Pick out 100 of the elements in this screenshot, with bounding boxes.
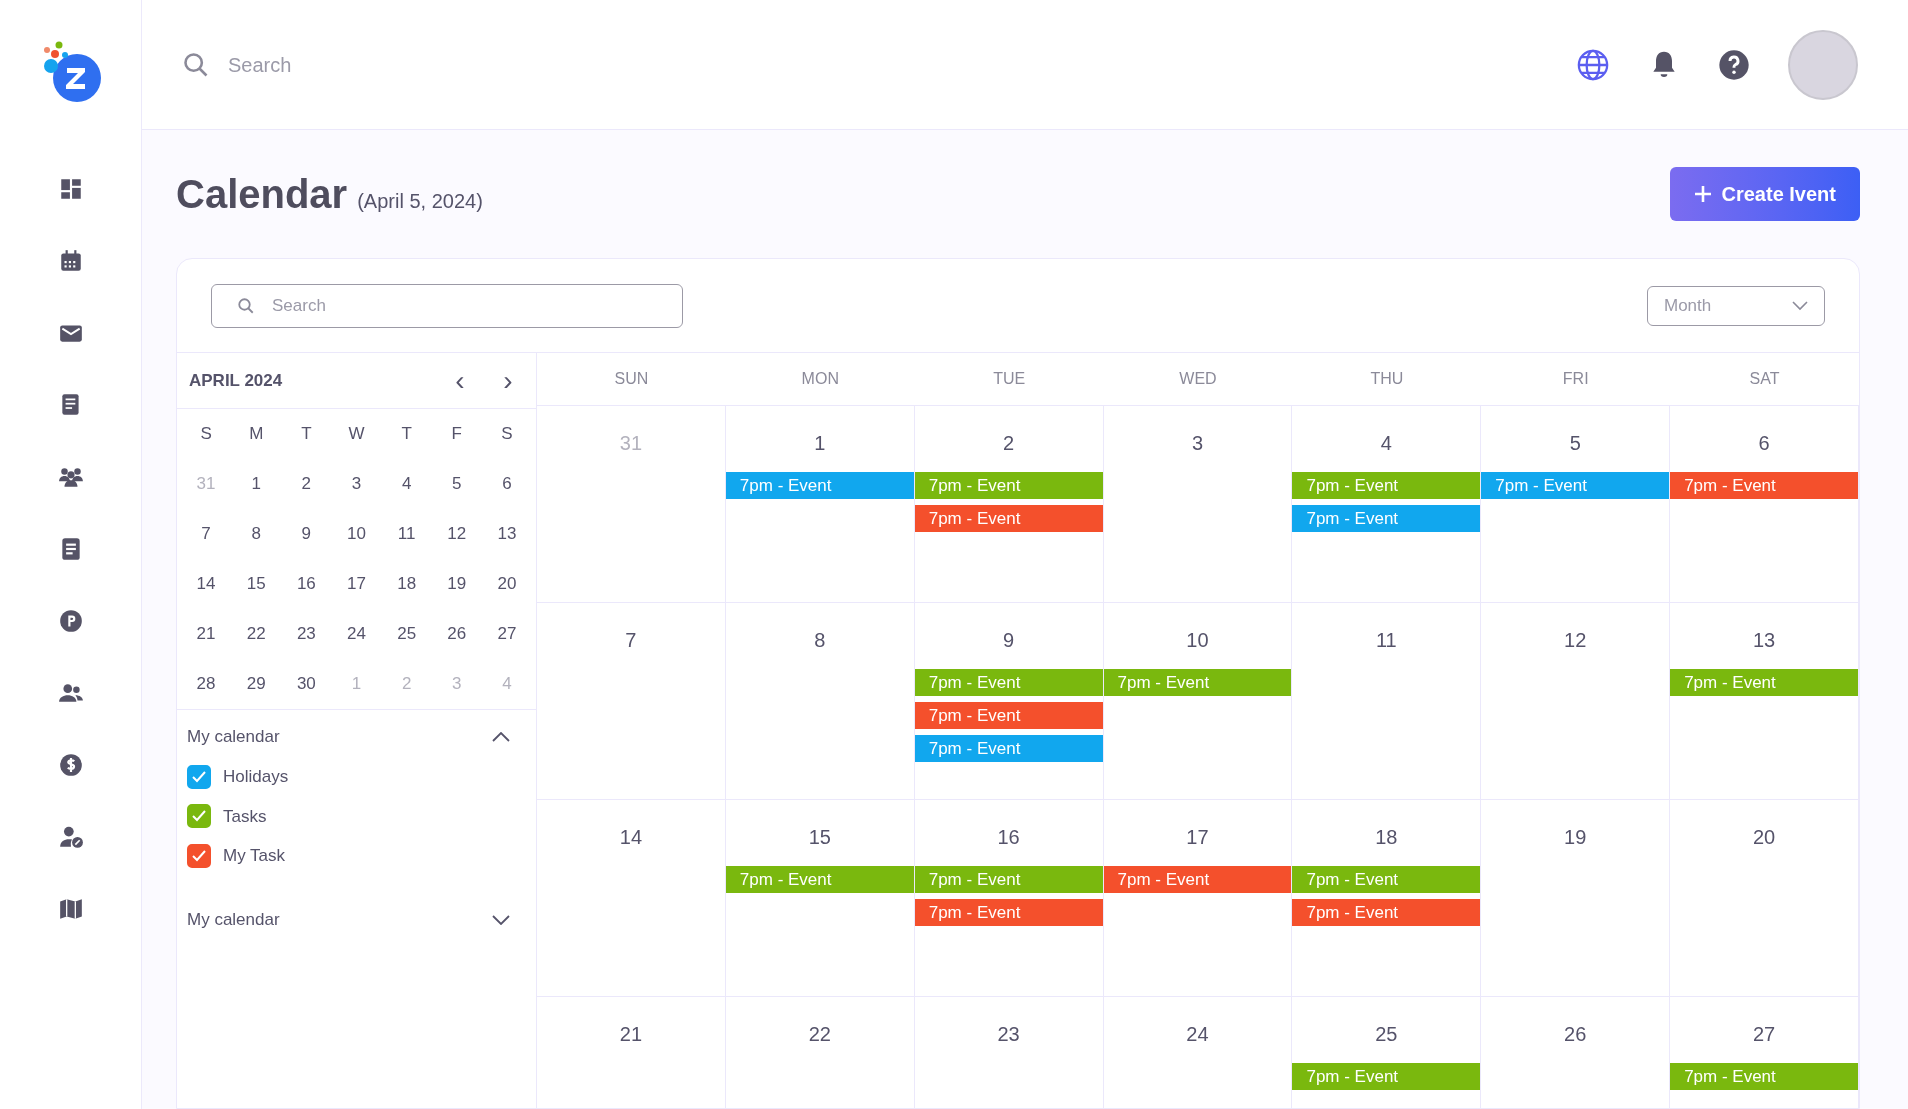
day-number: 9 <box>1003 628 1015 653</box>
day-number: 13 <box>1752 628 1776 653</box>
date-cell[interactable]: 16 <box>296 571 316 597</box>
dollar-circle-icon[interactable] <box>57 752 84 778</box>
day-number: 25 <box>1375 1022 1398 1047</box>
date-cell[interactable]: 24 <box>347 621 366 647</box>
search-icon <box>182 50 210 79</box>
page-title: Calendar <box>176 171 348 218</box>
date-cell[interactable]: 8 <box>251 521 261 547</box>
column-header: SAT <box>1749 369 1780 389</box>
day-number: 8 <box>814 628 826 653</box>
checkbox[interactable] <box>187 764 211 789</box>
day-number: 5 <box>1569 431 1581 456</box>
date-cell[interactable]: 20 <box>497 571 517 597</box>
user-edit-icon[interactable] <box>57 824 84 850</box>
date-cell[interactable]: 28 <box>196 671 216 697</box>
column-header: THU <box>1370 369 1404 389</box>
map-icon[interactable] <box>57 896 84 922</box>
search-field[interactable]: Search <box>211 283 683 328</box>
date-cell[interactable]: 9 <box>301 521 312 547</box>
day-number: 22 <box>808 1022 831 1047</box>
search-field[interactable]: Search <box>228 49 628 80</box>
date-cell[interactable]: 26 <box>447 621 467 647</box>
day-number: 6 <box>1758 431 1770 456</box>
day-number: 3 <box>1191 431 1204 456</box>
date-cell[interactable]: 17 <box>347 571 366 597</box>
calendar-label: Tasks <box>223 805 267 828</box>
month-label: APRIL 2024 <box>189 369 283 392</box>
page-date: (April 5, 2024) <box>357 189 483 214</box>
chevron-down-icon <box>1792 300 1808 311</box>
day-number: 11 <box>1375 628 1397 653</box>
date-cell[interactable]: 19 <box>447 571 467 597</box>
day-number: 24 <box>1186 1022 1209 1047</box>
plus-icon <box>1693 185 1712 203</box>
checkbox[interactable] <box>187 804 211 829</box>
create-event-button[interactable]: Create Ivent <box>1669 167 1860 221</box>
date-cell[interactable]: 30 <box>296 671 316 697</box>
date-cell[interactable]: 10 <box>347 521 366 547</box>
search-icon <box>237 296 255 315</box>
section-title: My calendar <box>187 908 280 931</box>
date-cell[interactable]: 7 <box>201 521 211 547</box>
column-header: MON <box>801 369 839 389</box>
previous-month-button[interactable]: ‹ <box>448 366 472 395</box>
day-number: 20 <box>1752 825 1776 850</box>
day-number: 18 <box>1375 825 1398 850</box>
weekday-label: W <box>348 423 365 446</box>
date-cell[interactable]: 5 <box>452 471 462 497</box>
day-number: 1 <box>814 431 826 456</box>
p-circle-icon[interactable] <box>57 608 84 634</box>
chevron-down-icon[interactable] <box>492 914 510 925</box>
day-number: 15 <box>808 825 831 850</box>
weekday-label: T <box>401 423 412 446</box>
weekday-label: M <box>249 423 264 446</box>
date-cell[interactable]: 1 <box>251 471 261 497</box>
day-number: 16 <box>997 825 1020 850</box>
date-cell[interactable]: 4 <box>401 471 412 497</box>
chevron-up-icon[interactable] <box>492 732 510 742</box>
date-cell[interactable]: 29 <box>246 671 266 697</box>
day-number: 4 <box>1380 431 1392 456</box>
day-number: 14 <box>619 825 643 850</box>
weekday-label: S <box>501 423 513 446</box>
date-cell[interactable]: 6 <box>502 471 512 497</box>
column-header: FRI <box>1562 369 1589 389</box>
day-number: 23 <box>997 1022 1020 1047</box>
checkbox[interactable] <box>187 843 211 868</box>
date-cell[interactable]: 3 <box>351 471 362 497</box>
day-number: 2 <box>1003 431 1015 456</box>
date-cell[interactable]: 11 <box>397 521 416 547</box>
day-number: 17 <box>1186 825 1209 850</box>
weekday-label: T <box>301 423 312 446</box>
day-number: 31 <box>619 431 643 456</box>
date-cell[interactable]: 23 <box>296 621 316 647</box>
day-number: 21 <box>619 1022 643 1047</box>
globe-icon[interactable] <box>1576 47 1610 82</box>
day-number: 27 <box>1752 1022 1776 1047</box>
calendar-label: My Task <box>223 845 286 867</box>
date-cell[interactable]: 12 <box>447 521 467 547</box>
date-cell[interactable]: 15 <box>246 571 266 597</box>
day-number: 19 <box>1564 825 1587 850</box>
next-month-button[interactable]: › <box>496 366 520 395</box>
column-header: TUE <box>993 369 1026 389</box>
day-number: 10 <box>1186 628 1209 653</box>
date-cell[interactable]: 27 <box>497 621 517 647</box>
weekday-label: F <box>451 423 462 446</box>
date-cell[interactable]: 13 <box>497 521 517 547</box>
date-cell[interactable]: 22 <box>246 621 266 647</box>
help-icon[interactable] <box>1718 48 1750 81</box>
day-number: 26 <box>1564 1022 1587 1047</box>
section-title: My calendar <box>187 726 280 749</box>
calendar-label: Holidays <box>223 766 289 788</box>
weekday-label: S <box>200 423 212 446</box>
column-header: SUN <box>614 369 649 389</box>
date-cell[interactable]: 2 <box>301 471 312 497</box>
day-number: 7 <box>625 628 637 653</box>
date-cell[interactable]: 14 <box>196 571 216 597</box>
column-header: WED <box>1179 369 1217 389</box>
day-number: 12 <box>1564 628 1587 653</box>
date-cell[interactable]: 25 <box>397 621 417 647</box>
date-cell[interactable]: 21 <box>196 621 216 647</box>
date-cell[interactable]: 18 <box>397 571 417 597</box>
